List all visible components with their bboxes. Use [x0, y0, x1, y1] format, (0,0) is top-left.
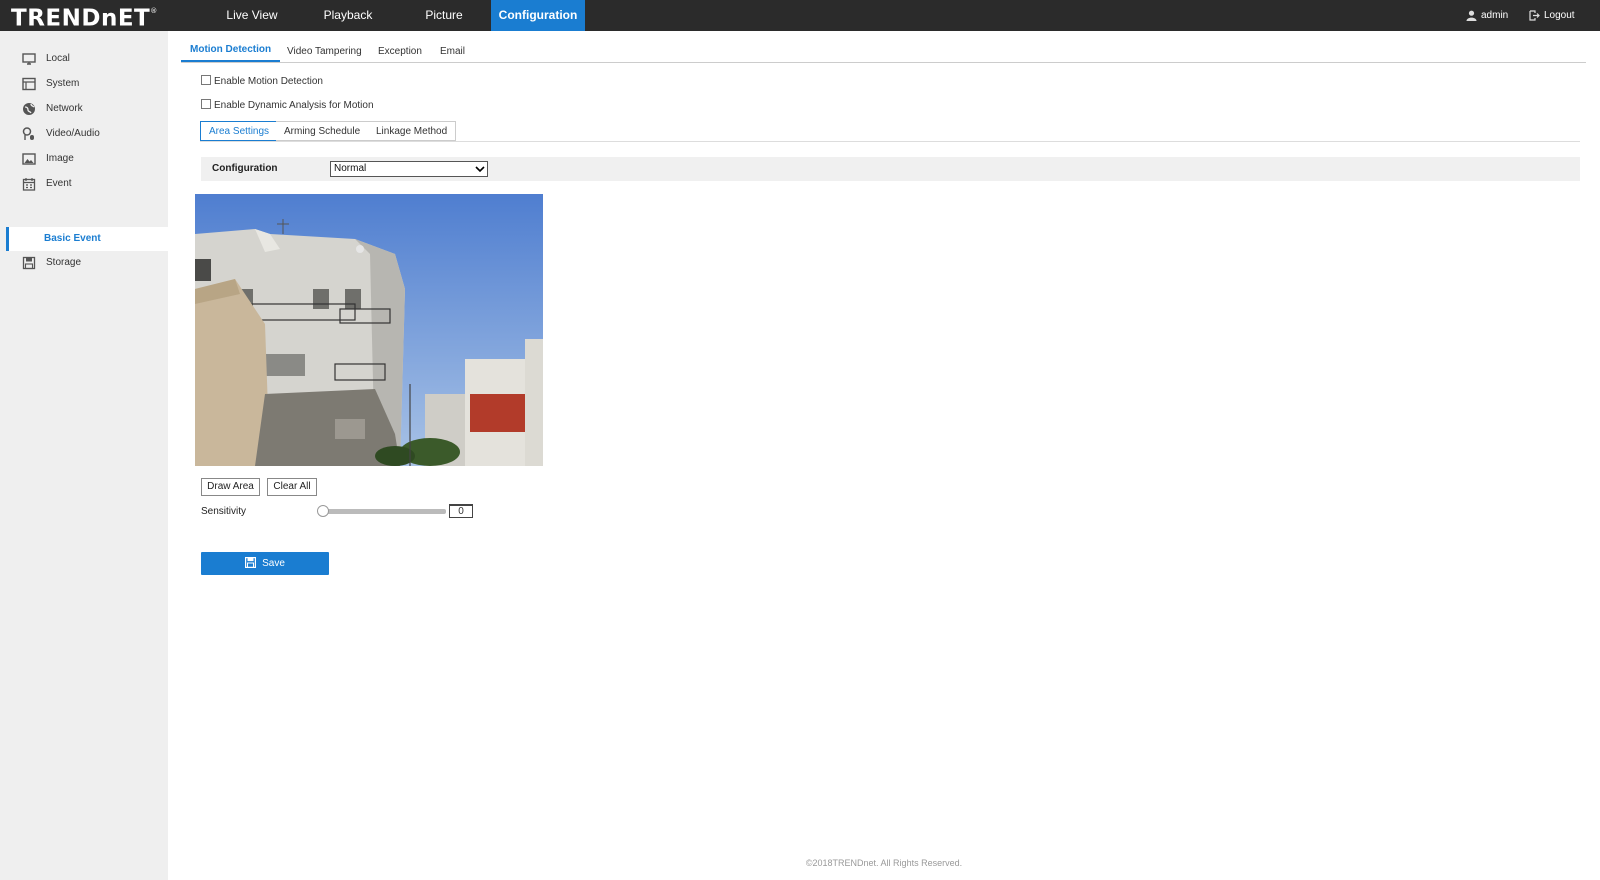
logout-label: Logout — [1544, 10, 1575, 21]
nav-live-view[interactable]: Live View — [204, 0, 300, 31]
sidebar-item-system[interactable]: System — [0, 72, 168, 96]
sidebar-item-label: Event — [46, 178, 72, 189]
tab-exception[interactable]: Exception — [378, 40, 422, 62]
configuration-label: Configuration — [212, 163, 278, 174]
trendnet-logo: TRENDnET® — [11, 5, 158, 32]
tab-video-tampering[interactable]: Video Tampering — [287, 40, 362, 62]
sidebar: Local System Network Video/Audio Image E… — [0, 31, 168, 880]
sensitivity-label: Sensitivity — [201, 506, 247, 517]
system-icon — [22, 77, 36, 91]
event-tabs: Motion Detection Video Tampering Excepti… — [181, 40, 1586, 63]
settings-subtabs: Area Settings Arming Schedule Linkage Me… — [200, 121, 1580, 142]
sidebar-item-network[interactable]: Network — [0, 97, 168, 121]
enable-dynamic-analysis-label: Enable Dynamic Analysis for Motion — [214, 100, 374, 111]
user-menu[interactable]: admin — [1466, 0, 1508, 31]
sidebar-item-video-audio[interactable]: Video/Audio — [0, 122, 168, 146]
draw-area-button[interactable]: Draw Area — [201, 478, 260, 496]
sidebar-item-image[interactable]: Image — [0, 147, 168, 171]
nav-configuration[interactable]: Configuration — [491, 0, 585, 31]
sidebar-item-label: Image — [46, 153, 74, 164]
sidebar-item-label: Video/Audio — [46, 128, 100, 139]
sidebar-item-basic-event[interactable]: Basic Event — [6, 227, 168, 251]
subtab-linkage-method[interactable]: Linkage Method — [368, 121, 457, 141]
clear-all-button[interactable]: Clear All — [267, 478, 317, 496]
nav-playback[interactable]: Playback — [300, 0, 396, 31]
configuration-select[interactable]: Normal — [330, 161, 488, 177]
image-icon — [22, 153, 36, 165]
sidebar-item-local[interactable]: Local — [0, 47, 168, 71]
copyright-footer: ©2018TRENDnet. All Rights Reserved. — [805, 858, 963, 868]
subtab-arming-schedule[interactable]: Arming Schedule — [276, 121, 370, 141]
camera-scene-image — [195, 194, 543, 466]
sensitivity-slider-handle[interactable] — [317, 505, 329, 517]
monitor-icon — [22, 53, 36, 65]
sidebar-item-event[interactable]: Event — [0, 172, 168, 196]
calendar-icon — [22, 178, 36, 191]
enable-dynamic-analysis-row[interactable]: Enable Dynamic Analysis for Motion — [201, 99, 374, 113]
tab-email[interactable]: Email — [440, 40, 465, 62]
enable-motion-detection-checkbox[interactable] — [201, 75, 211, 86]
configuration-row: Configuration Normal — [201, 157, 1580, 181]
sidebar-item-label: System — [46, 78, 80, 89]
nav-picture[interactable]: Picture — [396, 0, 492, 31]
tab-motion-detection[interactable]: Motion Detection — [181, 40, 281, 62]
sidebar-item-label: Basic Event — [44, 233, 101, 244]
logout-button[interactable]: Logout — [1529, 0, 1575, 31]
logout-icon — [1529, 10, 1540, 21]
sidebar-item-storage[interactable]: Storage — [0, 251, 168, 275]
top-navigation-bar: TRENDnET® Live View Playback Picture Con… — [0, 0, 1600, 32]
save-button[interactable]: Save — [201, 552, 329, 575]
enable-motion-detection-row[interactable]: Enable Motion Detection — [201, 75, 323, 89]
sensitivity-slider-track[interactable] — [322, 509, 446, 514]
save-label: Save — [262, 558, 285, 569]
chevron-down-icon — [475, 166, 485, 173]
enable-motion-detection-label: Enable Motion Detection — [214, 76, 323, 87]
camera-mic-icon — [22, 127, 34, 140]
sidebar-item-label: Local — [46, 53, 70, 64]
user-icon — [1466, 10, 1477, 21]
sidebar-item-label: Network — [46, 103, 83, 114]
sensitivity-value-input[interactable]: 0 — [449, 504, 473, 518]
subtab-area-settings[interactable]: Area Settings — [200, 121, 279, 141]
username-label: admin — [1481, 10, 1509, 21]
enable-dynamic-analysis-checkbox[interactable] — [201, 99, 211, 110]
sidebar-item-label: Storage — [46, 257, 82, 268]
configuration-select-value: Normal — [334, 163, 367, 174]
storage-icon — [22, 256, 36, 270]
save-icon — [245, 556, 257, 568]
globe-icon — [23, 103, 35, 115]
camera-preview[interactable] — [195, 194, 543, 466]
